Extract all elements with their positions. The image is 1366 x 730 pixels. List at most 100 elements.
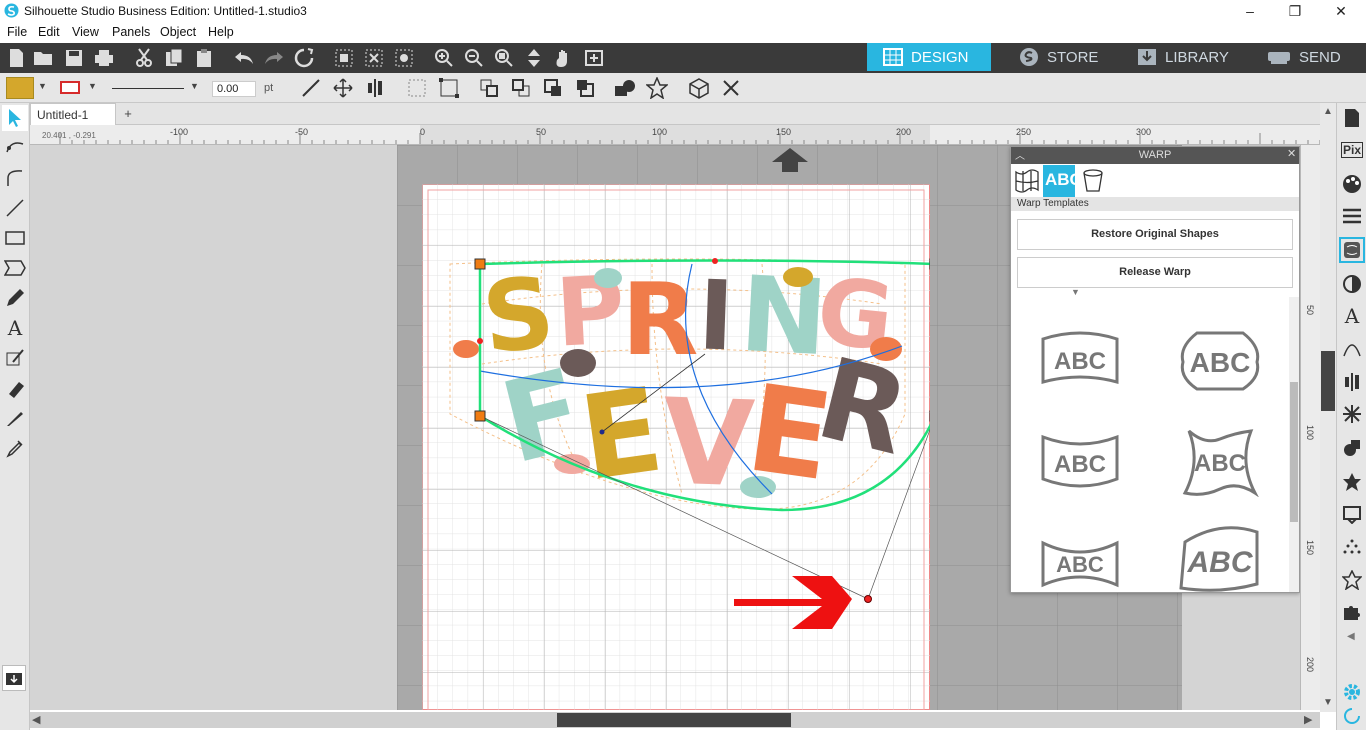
contrast-icon[interactable] <box>1339 271 1365 297</box>
chevron-down-icon[interactable]: ▼ <box>88 81 97 91</box>
new-file-icon[interactable] <box>3 45 29 71</box>
fill-edit-icon[interactable] <box>2 345 28 371</box>
horizontal-scrollbar[interactable]: ◀ ▶ <box>30 712 1320 728</box>
rectangle-icon[interactable] <box>2 225 28 251</box>
sync-icon[interactable] <box>1339 703 1365 729</box>
tab-design[interactable]: DESIGN <box>867 43 991 71</box>
warp-templates-tab[interactable]: ABC <box>1043 165 1082 197</box>
menu-panels[interactable]: Panels <box>112 25 150 39</box>
ungroup-icon[interactable] <box>436 75 462 101</box>
collapse-left-icon[interactable]: ◀ <box>1347 631 1355 642</box>
align-icon[interactable] <box>362 75 388 101</box>
select-all-icon[interactable] <box>331 45 357 71</box>
redraw-icon[interactable] <box>291 45 317 71</box>
line-style-preview[interactable] <box>112 88 184 89</box>
eyedropper-icon[interactable] <box>2 435 28 461</box>
pencil-icon[interactable] <box>2 285 28 311</box>
polygon-icon[interactable] <box>2 255 28 281</box>
menu-object[interactable]: Object <box>160 25 196 39</box>
tab-send[interactable]: SEND <box>1251 43 1366 71</box>
restore-original-shapes-button[interactable]: Restore Original Shapes <box>1017 219 1293 250</box>
group-icon[interactable] <box>404 75 430 101</box>
select-by-color-icon[interactable] <box>391 45 417 71</box>
menu-file[interactable]: File <box>7 25 27 39</box>
save-icon[interactable] <box>61 45 87 71</box>
warp-template-arch[interactable]: ABC <box>1035 327 1125 397</box>
zoom-out-icon[interactable] <box>461 45 487 71</box>
tab-untitled-1[interactable]: Untitled-1 <box>30 103 116 125</box>
fill-palette-icon[interactable] <box>1339 171 1365 197</box>
undo-icon[interactable] <box>231 45 257 71</box>
hand-pan-icon[interactable] <box>551 45 577 71</box>
settings-gear-icon[interactable] <box>1339 679 1365 705</box>
spring-fever-artwork[interactable]: SPRI NG FEVER <box>422 184 930 710</box>
horizontal-scroll-thumb[interactable] <box>557 713 791 727</box>
vertical-scrollbar[interactable]: ▲ ▼ <box>1320 103 1336 712</box>
pixscan-icon[interactable]: Pix <box>1339 137 1365 163</box>
sketch-dots-icon[interactable] <box>1339 535 1365 561</box>
line-tool-icon[interactable] <box>298 75 324 101</box>
knife-icon[interactable] <box>2 405 28 431</box>
zoom-in-icon[interactable] <box>431 45 457 71</box>
open-folder-icon[interactable] <box>31 45 57 71</box>
select-arrow-icon[interactable] <box>2 105 28 131</box>
deselect-icon[interactable] <box>361 45 387 71</box>
scroll-down-icon[interactable]: ▼ <box>1323 697 1333 708</box>
library-panel-button[interactable] <box>2 665 26 691</box>
line-color-swatch[interactable] <box>60 81 80 94</box>
warp-panel-icon[interactable] <box>1339 237 1365 263</box>
redo-icon[interactable] <box>261 45 287 71</box>
weld-icon[interactable] <box>612 75 638 101</box>
minimize-icon[interactable]: – <box>1241 2 1259 20</box>
chevron-down-icon[interactable]: ▼ <box>190 81 199 91</box>
trace-icon[interactable] <box>1339 501 1365 527</box>
pan-arrows-icon[interactable] <box>521 45 547 71</box>
close-panel-icon[interactable]: ✕ <box>1287 147 1296 160</box>
collapse-chevron-icon[interactable]: ︿ <box>1015 147 1025 162</box>
rhinestone-star-icon[interactable] <box>1339 567 1365 593</box>
text-style-icon[interactable]: A <box>1339 303 1365 329</box>
modify-icon[interactable] <box>1339 435 1365 461</box>
vertical-scroll-thumb[interactable] <box>1321 351 1335 411</box>
warp-template-flag[interactable]: ABC <box>1035 427 1125 497</box>
warp-grid-tab[interactable] <box>1013 167 1041 195</box>
menu-view[interactable]: View <box>72 25 99 39</box>
close-window-icon[interactable]: ✕ <box>1332 2 1350 20</box>
replicate-icon[interactable] <box>1339 401 1365 427</box>
tab-library[interactable]: LIBRARY <box>1121 43 1249 71</box>
copy-icon[interactable] <box>161 45 187 71</box>
fit-page-icon[interactable] <box>581 45 607 71</box>
offset-star-icon[interactable] <box>1339 469 1365 495</box>
chevron-down-icon[interactable]: ▼ <box>38 81 47 91</box>
bring-forward-icon[interactable] <box>540 75 566 101</box>
scroll-right-icon[interactable]: ▶ <box>1304 713 1312 726</box>
zoom-select-icon[interactable] <box>491 45 517 71</box>
design-canvas[interactable]: SPRING FEVER WARP ︿ ✕ ABC Warp Templates… <box>30 145 1300 710</box>
scroll-left-icon[interactable]: ◀ <box>32 713 40 726</box>
scroll-up-icon[interactable]: ▲ <box>1323 106 1333 117</box>
warp-object-tab[interactable] <box>1079 167 1107 195</box>
line-style-icon[interactable] <box>1339 203 1365 229</box>
warp-template-wave[interactable]: ABC <box>1175 427 1265 497</box>
warp-handle[interactable] <box>474 258 486 270</box>
tab-store[interactable]: STORE <box>1003 43 1121 71</box>
fill-color-swatch[interactable] <box>6 77 34 99</box>
line-width-input[interactable]: 0.00 <box>212 81 256 97</box>
menu-help[interactable]: Help <box>208 25 234 39</box>
3d-box-icon[interactable] <box>686 75 712 101</box>
restore-icon[interactable]: ❐ <box>1286 2 1304 20</box>
star-icon[interactable] <box>644 75 670 101</box>
warp-handle[interactable] <box>474 410 486 422</box>
print-icon[interactable] <box>91 45 117 71</box>
edit-points-icon[interactable] <box>2 135 28 161</box>
cut-icon[interactable] <box>131 45 157 71</box>
warp-template-pinch[interactable]: ABC <box>1035 527 1125 593</box>
curve-tool-icon[interactable] <box>2 165 28 191</box>
warp-template-perspective[interactable]: ABC <box>1175 522 1265 592</box>
text-path-icon[interactable] <box>1339 335 1365 361</box>
eraser-icon[interactable] <box>2 375 28 401</box>
line-draw-icon[interactable] <box>2 195 28 221</box>
release-warp-button[interactable]: Release Warp <box>1017 257 1293 288</box>
move-icon[interactable] <box>330 75 356 101</box>
puzzle-icon[interactable] <box>1339 599 1365 625</box>
